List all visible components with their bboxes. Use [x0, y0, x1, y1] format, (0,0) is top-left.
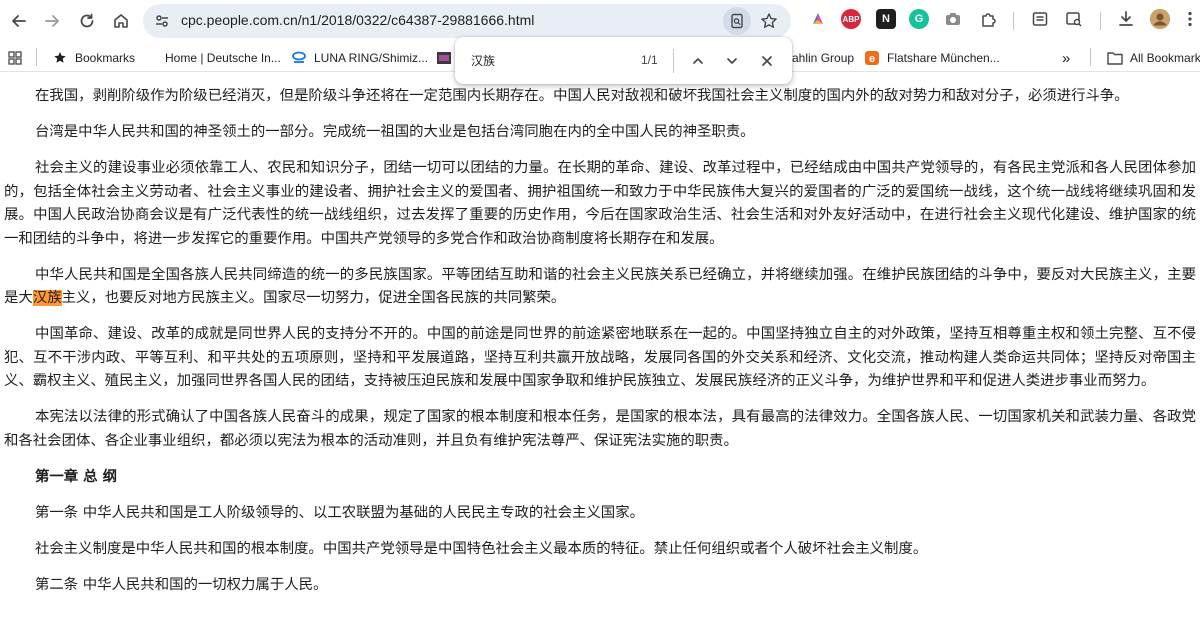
paragraph: 台湾是中华人民共和国的神圣领土的一部分。完成统一祖国的大业是包括台湾同胞在内的全…: [35, 124, 755, 140]
bookmarks-divider: [1090, 48, 1091, 66]
back-button[interactable]: [3, 5, 35, 37]
tune-icon: [156, 15, 168, 27]
abp-icon: ABP: [842, 14, 860, 24]
apps-button[interactable]: [8, 48, 22, 68]
bookmarks-divider: [36, 48, 37, 66]
forward-arrow-icon: [45, 15, 59, 27]
find-close-button[interactable]: [754, 48, 780, 74]
toolbar-divider: [1100, 12, 1101, 30]
tab-search-button[interactable]: [1064, 9, 1084, 29]
grammarly-icon: G: [914, 13, 924, 25]
kebab-menu-icon: [1188, 11, 1192, 27]
find-page-icon: [731, 13, 743, 29]
camera-icon: [946, 13, 960, 25]
svg-text:e: e: [869, 53, 875, 65]
find-previous-button[interactable]: [685, 48, 711, 74]
grammarly-extension-button[interactable]: G: [909, 9, 929, 29]
url-text[interactable]: cpc.people.com.cn/n1/2018/0322/c64387-29…: [181, 12, 534, 28]
bookmark-label: Bookmarks: [75, 51, 136, 65]
apps-grid-icon: [8, 51, 22, 65]
reload-icon: [80, 13, 94, 28]
bookmark-label: LUNA RING/Shimiz...: [314, 51, 429, 65]
paragraph: 中国革命、建设、改革的成就是同世界人民的支持分不开的。中国的前途是同世界的前途紧…: [4, 326, 1196, 389]
star-icon: [761, 13, 777, 28]
flatshare-favicon-icon: e: [864, 50, 880, 66]
site-info-button[interactable]: [148, 7, 176, 35]
reading-list-button[interactable]: [1030, 9, 1050, 29]
folder-icon: [1107, 50, 1123, 66]
notion-icon: N: [882, 13, 890, 25]
extensions-menu-button[interactable]: [978, 9, 998, 29]
star-icon: [52, 50, 68, 66]
camera-extension-button[interactable]: [943, 9, 963, 29]
reload-button[interactable]: [71, 5, 103, 37]
aurora-extension-button[interactable]: [808, 9, 828, 29]
article-body: 在我国，剥削阶级作为阶级已经消灭，但是阶级斗争还将在一定范围内长期存在。中国人民…: [4, 85, 1196, 610]
bookmark-item-flatshare[interactable]: e Flatshare München...: [864, 48, 1000, 68]
bookmarks-overflow-button[interactable]: »: [1062, 48, 1070, 68]
home-button[interactable]: [105, 5, 137, 37]
paragraph: 第一条 中华人民共和国是工人阶级领导的、以工农联盟为基础的人民民主专政的社会主义…: [35, 505, 644, 521]
bookmark-label: ahlin Group: [792, 51, 855, 65]
chapter-heading: 第一章 总 纲: [35, 468, 117, 485]
luna-ring-favicon-icon: [291, 50, 307, 66]
find-divider: [673, 49, 674, 73]
forward-button[interactable]: [36, 5, 68, 37]
film-favicon-icon: [436, 50, 452, 66]
close-icon: [762, 56, 772, 66]
find-bar: 汉族 1/1: [455, 37, 792, 84]
bookmark-item-deutsche[interactable]: Home | Deutsche In...: [165, 48, 281, 68]
find-match-count: 1/1: [641, 53, 658, 67]
puzzle-icon: [982, 13, 996, 27]
text-segment: 主义，也要反对地方民族主义。国家尽一切努力，促进全国各民族的共同繁荣。: [61, 290, 566, 306]
avatar-icon: [1150, 9, 1170, 29]
abp-extension-button[interactable]: ABP: [841, 9, 861, 29]
bookmark-item-ahlin-group[interactable]: ahlin Group: [792, 48, 854, 68]
profile-avatar-button[interactable]: [1150, 9, 1170, 29]
home-icon: [114, 14, 128, 28]
overflow-chevron-icon: »: [1062, 49, 1071, 67]
all-bookmarks-label: All Bookmarks: [1130, 51, 1200, 65]
find-input[interactable]: 汉族: [471, 52, 495, 69]
tab-search-icon: [1066, 12, 1082, 27]
bookmark-label: Home | Deutsche In...: [165, 51, 281, 65]
paragraph: 在我国，剥削阶级作为阶级已经消灭，但是阶级斗争还将在一定范围内长期存在。中国人民…: [35, 88, 1129, 104]
paragraph-with-highlight: 中华人民共和国是全国各族人民共同缔造的统一的多民族国家。平等团结互助和谐的社会主…: [4, 264, 1196, 311]
aurora-icon: [813, 13, 823, 24]
browser-toolbar: cpc.people.com.cn/n1/2018/0322/c64387-29…: [0, 0, 1200, 42]
back-arrow-icon: [12, 15, 26, 27]
find-next-button[interactable]: [719, 48, 745, 74]
bookmark-item-bookmarks[interactable]: Bookmarks: [52, 48, 135, 68]
download-icon: [1119, 11, 1133, 26]
find-in-page-button[interactable]: [723, 7, 751, 35]
reading-list-icon: [1032, 12, 1048, 26]
chrome-menu-button[interactable]: [1180, 9, 1200, 29]
chevron-down-icon: [727, 58, 737, 64]
paragraph: 本宪法以法律的形式确认了中国各族人民奋斗的成果，规定了国家的根本制度和根本任务，…: [4, 409, 1196, 449]
bookmark-label: Flatshare München...: [887, 51, 1000, 65]
notion-extension-button[interactable]: N: [876, 9, 896, 29]
bookmark-star-button[interactable]: [755, 7, 783, 35]
all-bookmarks-button[interactable]: All Bookmarks: [1107, 48, 1200, 68]
paragraph: 社会主义的建设事业必须依靠工人、农民和知识分子，团结一切可以团结的力量。在长期的…: [4, 160, 1196, 247]
address-bar[interactable]: cpc.people.com.cn/n1/2018/0322/c64387-29…: [143, 4, 791, 38]
toolbar-divider: [1013, 12, 1014, 30]
downloads-button[interactable]: [1116, 9, 1136, 29]
find-highlight: 汉族: [32, 290, 62, 306]
chevron-up-icon: [693, 58, 703, 64]
paragraph: 第二条 中华人民共和国的一切权力属于人民。: [35, 577, 328, 593]
bookmark-item-luna-ring[interactable]: LUNA RING/Shimiz...: [291, 48, 428, 68]
paragraph: 社会主义制度是中华人民共和国的根本制度。中国共产党领导是中国特色社会主义最本质的…: [35, 541, 928, 557]
